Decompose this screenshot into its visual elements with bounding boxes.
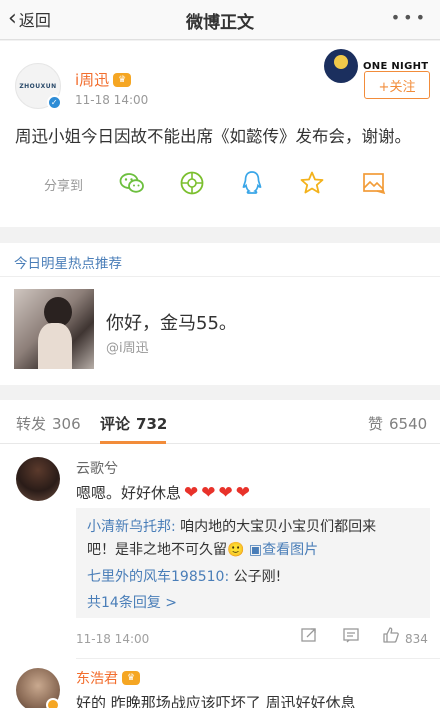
- hot-headline[interactable]: 你好，金马55。: [106, 309, 237, 335]
- like-count: 834: [405, 632, 428, 646]
- post-card: ZHOUXUN ✓ i周迅 ♛ 11-18 14:00 ONE NIGHT +关…: [0, 41, 440, 227]
- reply-line[interactable]: 吧！是非之地不可久留🙂 ▣查看图片: [87, 539, 318, 559]
- tab-reposts[interactable]: 转发 306: [16, 413, 81, 434]
- vip-crown-icon: ♛: [122, 671, 140, 685]
- heart-icon: ❤: [235, 482, 251, 503]
- tab-comments[interactable]: 评论 732: [100, 413, 167, 434]
- moments-icon[interactable]: [178, 169, 206, 197]
- like-icon[interactable]: [382, 626, 400, 648]
- tab-label: 转发: [16, 415, 47, 433]
- reply-text: 公子刚!: [233, 569, 282, 585]
- heart-icon: ❤: [201, 482, 216, 503]
- divider: [0, 276, 440, 277]
- comment-tabs: 转发 306 评论 732 赞 6540: [0, 400, 440, 444]
- heart-icon: ❤: [218, 482, 233, 503]
- reply-text: 吧！是非之地不可久留🙂: [87, 542, 245, 558]
- moon-icon: [324, 49, 358, 83]
- qq-icon[interactable]: [238, 169, 266, 197]
- commenter-name[interactable]: 云歌兮: [76, 458, 118, 478]
- star-icon[interactable]: [298, 169, 326, 197]
- commenter-name[interactable]: 东浩君 ♛: [76, 668, 140, 688]
- heart-icon: ❤: [184, 482, 199, 503]
- vip-crown-icon: ♛: [113, 72, 132, 87]
- tab-count: 6540: [389, 415, 428, 433]
- reply-author[interactable]: 小清新乌托邦:: [87, 519, 176, 535]
- hot-thumbnail[interactable]: [14, 289, 94, 369]
- tab-label: 评论: [100, 415, 131, 433]
- author-name[interactable]: i周迅 ♛: [75, 69, 132, 90]
- comment-text: 好的 昨晚那场战应该吓坏了 周迅好好休息: [76, 694, 356, 708]
- view-image-link[interactable]: ▣查看图片: [249, 542, 318, 558]
- reply-text: 咱内地的大宝贝小宝贝们都回来: [180, 519, 377, 535]
- more-replies-link[interactable]: 共14条回复 >: [87, 592, 177, 612]
- tab-label: 赞: [368, 415, 384, 433]
- comment-text-body: 嗯嗯。好好休息: [76, 484, 182, 502]
- top-nav: ‹ 返回 微博正文 •••: [0, 0, 440, 40]
- commenter-name-text: 东浩君: [76, 671, 118, 687]
- tab-count: 306: [52, 415, 81, 433]
- divider: [76, 658, 440, 659]
- promo-text: ONE NIGHT: [363, 60, 429, 72]
- comment-text: 嗯嗯。好好休息 ❤ ❤ ❤ ❤: [76, 482, 250, 503]
- post-time: 11-18 14:00: [75, 93, 149, 107]
- post-content: 周迅小姐今日因故不能出席《如懿传》发布会，谢谢。: [15, 127, 411, 146]
- hot-author[interactable]: @i周迅: [106, 337, 149, 356]
- author-avatar[interactable]: ZHOUXUN ✓: [15, 63, 62, 110]
- reply-box: 小清新乌托邦: 咱内地的大宝贝小宝贝们都回来 吧！是非之地不可久留🙂 ▣查看图片…: [76, 508, 430, 618]
- image-share-icon[interactable]: [360, 169, 388, 197]
- reply-author[interactable]: 七里外的风车198510:: [87, 569, 229, 585]
- comment-time: 11-18 14:00: [76, 632, 150, 646]
- reply-line[interactable]: 小清新乌托邦: 咱内地的大宝贝小宝贝们都回来: [87, 516, 376, 536]
- comments-section: 转发 306 评论 732 赞 6540 云歌兮 嗯嗯。好好休息 ❤ ❤ ❤ ❤ 小清…: [0, 400, 440, 708]
- tab-likes[interactable]: 赞 6540: [368, 413, 427, 434]
- reply-comment-icon[interactable]: [342, 626, 360, 648]
- share-label: 分享到: [44, 179, 84, 194]
- verified-badge-icon: [46, 698, 60, 708]
- share-comment-icon[interactable]: [300, 626, 318, 648]
- more-options-button[interactable]: •••: [391, 8, 428, 27]
- verified-badge-icon: ✓: [47, 95, 62, 110]
- author-name-text: i周迅: [75, 71, 110, 89]
- follow-button[interactable]: +关注: [364, 71, 430, 99]
- share-row: 分享到: [0, 169, 440, 199]
- page-title: 微博正文: [186, 13, 254, 33]
- commenter-avatar[interactable]: [16, 457, 60, 501]
- hot-recommendation: 今日明星热点推荐 你好，金马55。 @i周迅: [0, 243, 440, 385]
- hot-title[interactable]: 今日明星热点推荐: [14, 252, 122, 272]
- avatar-logo-text: ZHOUXUN: [19, 82, 57, 90]
- tab-count: 732: [136, 415, 168, 433]
- reply-line[interactable]: 七里外的风车198510: 公子刚!: [87, 566, 281, 586]
- wechat-icon[interactable]: [118, 169, 146, 197]
- active-tab-indicator: [100, 441, 166, 444]
